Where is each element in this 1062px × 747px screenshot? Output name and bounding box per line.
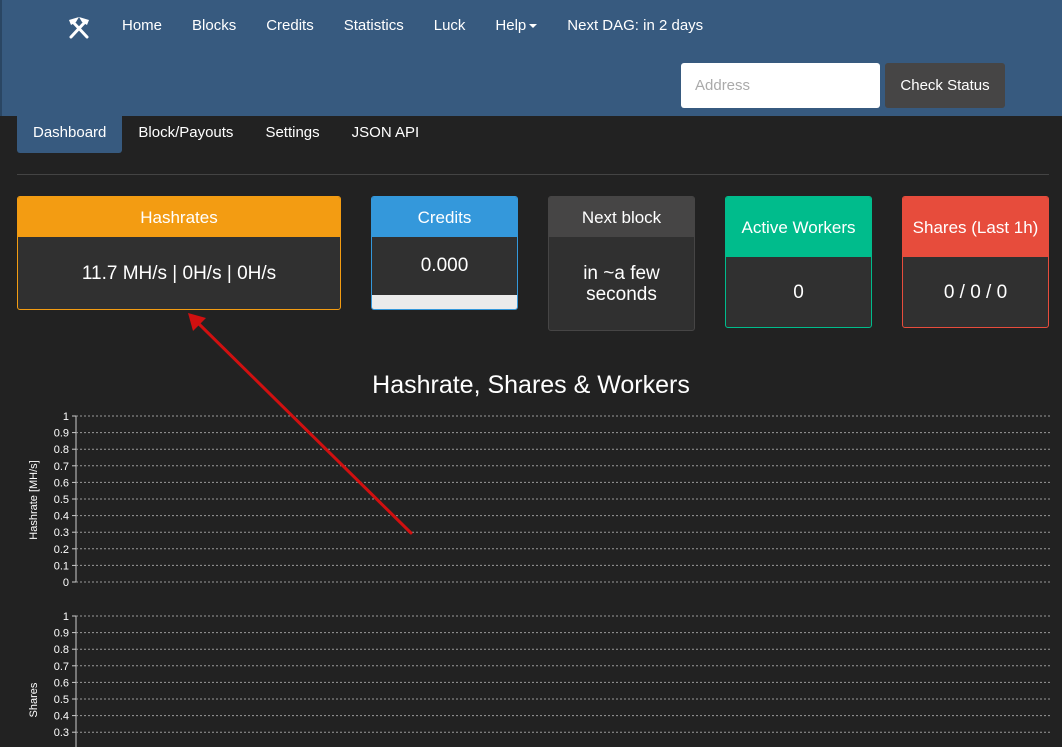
tabs-divider [17,174,1049,175]
nav-next-dag[interactable]: Next DAG: in 2 days [552,0,718,52]
credits-progress-bar [372,295,517,309]
y-axis-label: Hashrate [MH/s] [28,460,40,539]
tab-json-api-label: JSON API [351,124,420,141]
nav-credits-label: Credits [266,17,314,34]
chart-title: Hashrate, Shares & Workers [372,371,690,399]
nav-credits[interactable]: Credits [251,0,329,52]
y-tick-label: 0.3 [54,527,69,539]
credits-panel-title: Credits [372,197,517,237]
shares-panel: Shares (Last 1h) 0 / 0 / 0 [902,196,1049,328]
active-workers-value: 0 [793,281,804,303]
main-nav: Home Blocks Credits Statistics Luck Help… [107,0,718,52]
nav-statistics[interactable]: Statistics [329,0,419,52]
active-workers-panel-title: Active Workers [726,197,871,257]
hashrate-shares-charts: 1 0.9 0.8 0.7 0.6 0.5 0.4 0.3 0.2 0.1 0 Hashrate [M… [28,411,1050,747]
y-tick-label: 0.6 [54,477,69,489]
y-tick-label: 0.2 [54,544,69,556]
top-navbar: Home Blocks Credits Statistics Luck Help… [0,0,1062,116]
y-tick-label: 0.3 [54,727,69,739]
chart-1: 1 0.9 0.8 0.7 0.6 0.5 0.4 0.3 Shares [28,611,1050,747]
y-axis-label: Shares [28,682,40,717]
hashrates-panel-title: Hashrates [18,197,340,237]
y-tick-label: 0.1 [54,560,69,572]
y-tick-label: 0 [63,577,69,589]
y-tick-label: 0.9 [54,428,69,440]
next-block-value: in ~a few seconds [583,262,660,305]
arrow-head [188,313,206,331]
y-tick-label: 1 [63,611,69,623]
tab-settings[interactable]: Settings [249,116,335,153]
tab-dashboard[interactable]: Dashboard [17,116,123,153]
hashrates-panel: Hashrates 11.7 MH/s | 0H/s | 0H/s [17,196,341,310]
nav-home-label: Home [122,17,163,34]
nav-luck[interactable]: Luck [419,0,481,52]
next-block-panel-title: Next block [549,197,694,237]
crossed-hammers-icon[interactable] [64,12,94,42]
tab-block-payouts-label: Block/Payouts [138,124,234,141]
y-tick-label: 0.8 [54,644,69,656]
y-tick-label: 0.6 [54,677,69,689]
y-tick-label: 0.7 [54,661,69,673]
credits-value: 0.000 [420,254,469,276]
credits-panel: Credits 0.000 [371,196,518,310]
address-input[interactable] [681,63,880,108]
y-tick-label: 0.5 [54,494,69,506]
y-tick-label: 1 [63,411,69,423]
caret-down-icon [529,24,538,29]
y-tick-label: 0.4 [54,511,69,523]
nav-blocks[interactable]: Blocks [177,0,251,52]
shares-value: 0 / 0 / 0 [943,281,1008,303]
active-workers-panel: Active Workers 0 [725,196,872,328]
check-status-button[interactable]: Check Status [885,63,1005,108]
tab-dashboard-label: Dashboard [33,124,107,141]
nav-help-label: Help [495,17,527,34]
y-tick-label: 0.7 [54,461,69,473]
nav-next-dag-label: Next DAG: in 2 days [567,17,704,34]
shares-panel-title: Shares (Last 1h) [903,197,1048,257]
tab-settings-label: Settings [265,124,320,141]
y-tick-label: 0.9 [54,628,69,640]
y-tick-label: 0.5 [54,694,69,706]
chart-0: 1 0.9 0.8 0.7 0.6 0.5 0.4 0.3 0.2 0.1 0 Hashrate [M… [28,411,1050,589]
y-tick-label: 0.4 [54,711,69,723]
nav-home[interactable]: Home [107,0,177,52]
nav-luck-label: Luck [433,17,466,34]
dashboard-tabs: Dashboard Block/Payouts Settings JSON AP… [17,116,435,153]
tab-json-api[interactable]: JSON API [336,116,436,153]
y-tick-label: 0.8 [54,444,69,456]
nav-statistics-label: Statistics [343,17,404,34]
nav-help-dropdown[interactable]: Help [480,0,552,52]
next-block-panel: Next block in ~a few seconds [548,196,695,331]
hashrates-value: 11.7 MH/s | 0H/s | 0H/s [81,262,277,284]
tab-block-payouts[interactable]: Block/Payouts [122,116,249,153]
nav-blocks-label: Blocks [192,17,237,34]
